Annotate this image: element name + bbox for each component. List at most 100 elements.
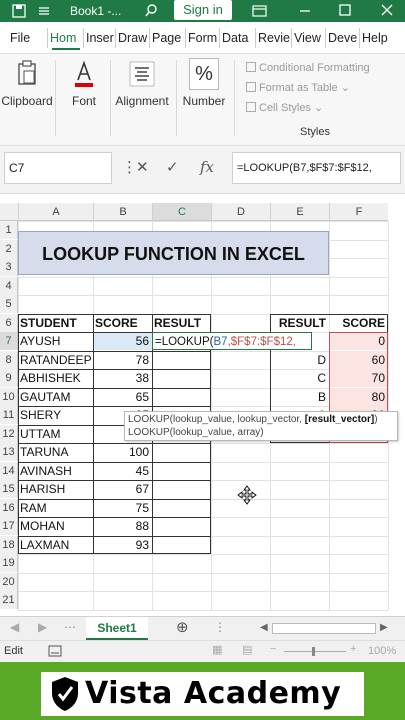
prev-sheet-icon[interactable]: ◀ [10,620,19,634]
header-cell[interactable]: RESULT [152,314,211,332]
row-header-9[interactable]: 9 [0,369,18,387]
column-header-f[interactable]: F [329,203,388,221]
row-header-20[interactable]: 20 [0,572,18,591]
tab-revie[interactable]: Revie [258,22,290,54]
minimize-icon[interactable] [298,0,312,22]
normal-view-icon[interactable]: ▦ [212,643,222,656]
page-layout-icon[interactable]: ▤ [242,643,252,656]
row-header-19[interactable]: 19 [0,554,18,572]
row-header-7[interactable]: 7 [0,332,18,350]
formula-input[interactable]: =LOOKUP(B7,$F$7:$F$12, [232,152,401,184]
lookup-result-cell[interactable]: C [270,369,329,387]
scroll-right-icon[interactable]: ▶ [380,622,388,633]
lookup-score-cell[interactable]: 80 [329,387,388,406]
lookup-score-cell[interactable]: 0 [329,332,388,350]
more-icon[interactable]: ⋮ [122,158,137,176]
score-cell[interactable]: 67 [93,480,152,498]
student-name-cell[interactable]: UTTAM [18,425,93,443]
zoom-slider-thumb[interactable] [312,647,315,656]
cell-styles-button[interactable]: Cell Styles ⌄ [246,98,323,118]
score-cell[interactable]: 56 [93,332,152,350]
score-cell[interactable]: 38 [93,369,152,387]
font-group[interactable]: Font [60,54,108,146]
scroll-left-icon[interactable]: ◀ [260,622,268,633]
tab-draw[interactable]: Draw [118,22,148,54]
row-header-18[interactable]: 18 [0,535,18,554]
student-name-cell[interactable]: SHERY [18,406,93,424]
cancel-icon[interactable]: ✕ [136,158,149,176]
row-header-4[interactable]: 4 [0,276,18,295]
sign-in-button[interactable]: Sign in [174,0,232,20]
sheet-menu-icon[interactable]: ⋯ [64,620,76,634]
score-cell[interactable]: 88 [93,517,152,535]
row-header-16[interactable]: 16 [0,498,18,517]
student-name-cell[interactable]: LAXMAN [18,536,93,554]
menu-icon[interactable] [38,0,50,22]
score-cell[interactable]: 65 [93,388,152,406]
column-header-e[interactable]: E [270,203,329,221]
score-cell[interactable]: 100 [93,443,152,461]
save-icon[interactable] [12,0,26,22]
column-header-a[interactable]: A [18,203,93,221]
close-icon[interactable] [380,0,394,22]
lookup-score-cell[interactable]: 70 [329,369,388,387]
row-header-17[interactable]: 17 [0,517,18,535]
lookup-result-cell[interactable]: D [270,351,329,369]
tab-inser[interactable]: Inser [86,22,114,54]
student-name-cell[interactable]: AVINASH [18,462,93,480]
select-all-corner[interactable] [0,203,18,221]
row-header-3[interactable]: 3 [0,258,18,276]
sheet-title[interactable]: LOOKUP FUNCTION IN EXCEL [18,231,329,275]
student-name-cell[interactable]: AYUSH [18,332,93,350]
row-header-2[interactable]: 2 [0,239,18,258]
number-group[interactable]: % Number [178,54,230,146]
score-cell[interactable]: 75 [93,499,152,517]
zoom-in-icon[interactable]: + [350,643,356,655]
search-icon[interactable] [144,0,158,22]
lookup-result-cell[interactable]: B [270,388,329,406]
tab-file[interactable]: File [10,22,40,54]
row-header-5[interactable]: 5 [0,295,18,313]
tab-data[interactable]: Data [222,22,254,54]
tab-page[interactable]: Page [152,22,184,54]
lookup-score-cell[interactable]: 60 [329,350,388,369]
active-cell-c7[interactable]: =LOOKUP(B7,$F$7:$F$12, [152,332,312,350]
add-sheet-icon[interactable]: ⊕ [176,618,189,636]
row-header-14[interactable]: 14 [0,461,18,480]
tab-form[interactable]: Form [188,22,218,54]
conditional-formatting-button[interactable]: Conditional Formatting [246,58,370,78]
format-as-table-button[interactable]: Format as Table ⌄ [246,78,350,98]
student-name-cell[interactable]: HARISH [18,480,93,498]
score-cell[interactable]: 45 [93,462,152,480]
tab-view[interactable]: View [294,22,324,54]
student-name-cell[interactable]: MOHAN [18,517,93,535]
tab-deve[interactable]: Deve [328,22,358,54]
header-cell[interactable]: SCORE [93,314,152,332]
name-box[interactable]: C7 [4,152,112,184]
column-header-b[interactable]: B [93,203,152,221]
macro-icon[interactable] [48,645,62,660]
row-header-12[interactable]: 12 [0,424,18,443]
zoom-out-icon[interactable]: − [270,643,276,655]
student-name-cell[interactable]: RAM [18,499,93,517]
student-name-cell[interactable]: ABHISHEK [18,369,93,387]
row-header-15[interactable]: 15 [0,480,18,498]
maximize-icon[interactable] [338,0,352,22]
zoom-slider[interactable] [284,651,346,652]
ribbon-display-icon[interactable] [252,0,268,22]
alignment-group[interactable]: Alignment [112,54,172,146]
student-name-cell[interactable]: TARUNA [18,443,93,461]
scroll-menu-icon[interactable]: ⋮ [214,620,226,634]
tab-help[interactable]: Help [362,22,400,54]
lookup-header-score[interactable]: SCORE [329,314,388,332]
row-header-13[interactable]: 13 [0,443,18,461]
row-header-6[interactable]: 6 [0,313,18,332]
column-header-c[interactable]: C [152,203,211,221]
lookup-header-result[interactable]: RESULT [270,314,329,332]
student-name-cell[interactable]: GAUTAM [18,388,93,406]
next-sheet-icon[interactable]: ▶ [38,620,47,634]
column-header-d[interactable]: D [211,203,270,221]
row-header-10[interactable]: 10 [0,387,18,406]
score-cell[interactable]: 93 [93,536,152,554]
clipboard-group[interactable]: Clipboard [0,54,54,146]
